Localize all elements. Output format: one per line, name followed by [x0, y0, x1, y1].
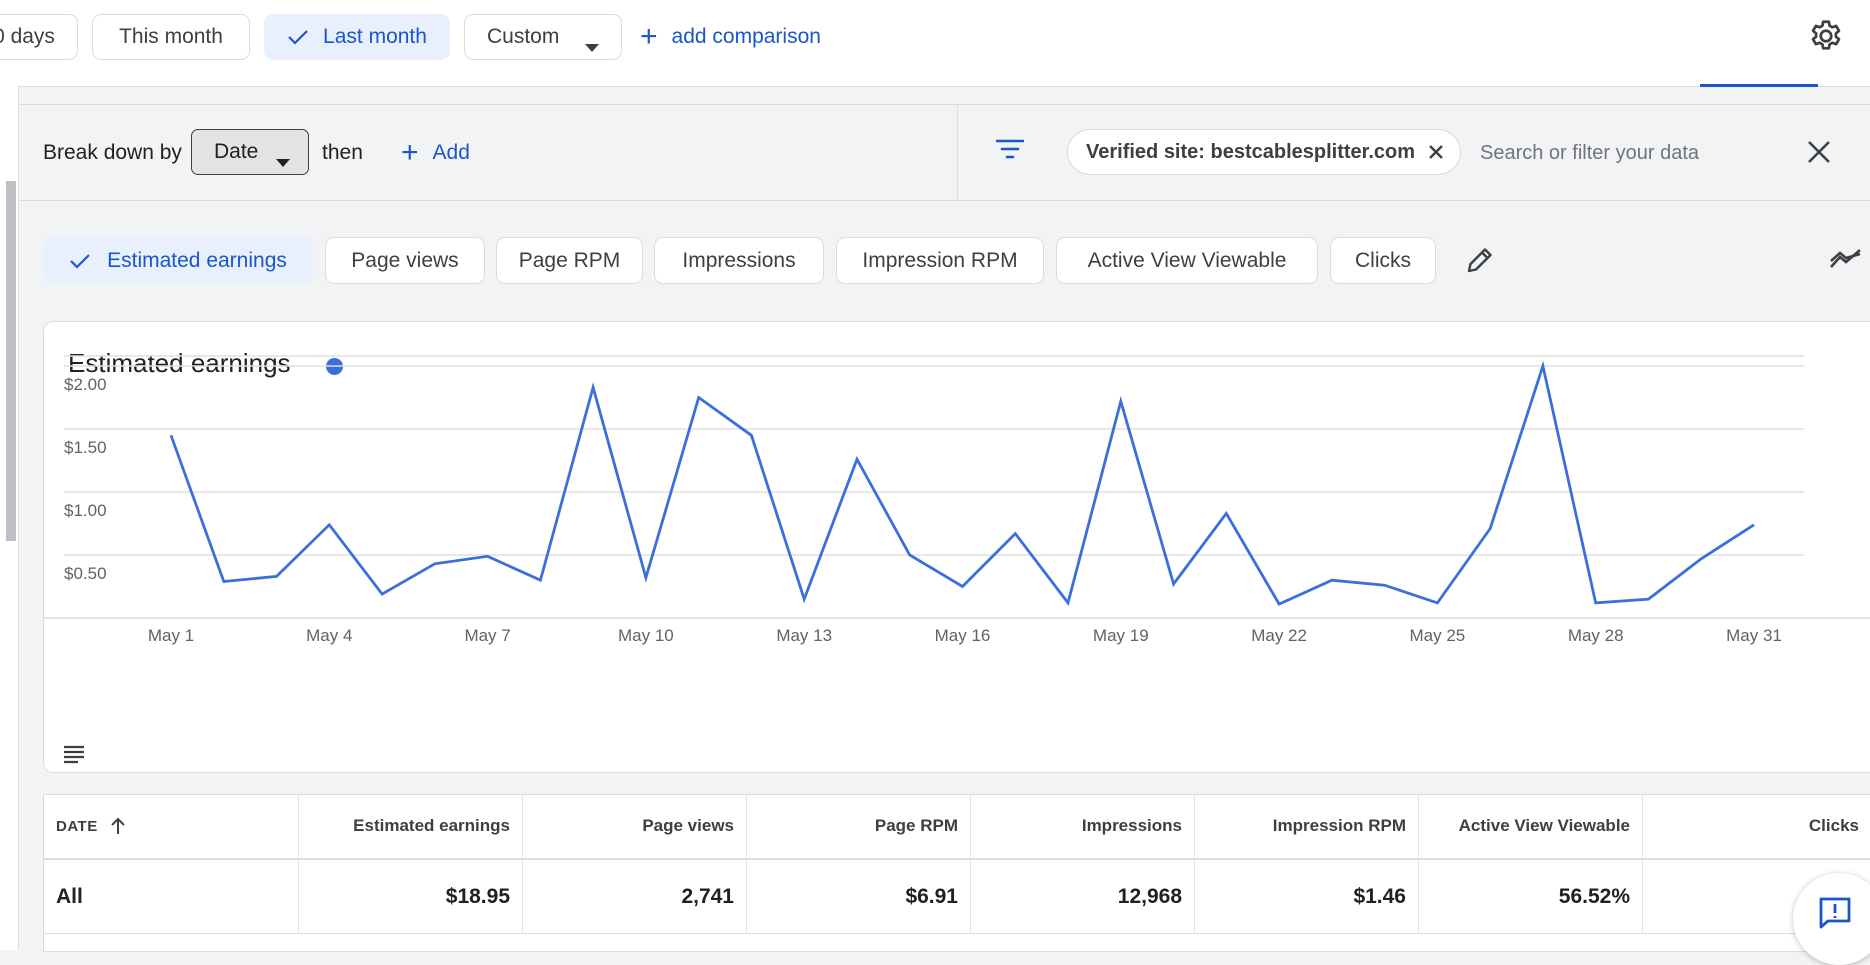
- y-tick-label: $1.50: [64, 438, 107, 457]
- x-tick-label: May 19: [1093, 626, 1149, 645]
- date-range-bar: 0 days This month Last month Custom + ad…: [0, 0, 1870, 87]
- scrollbar[interactable]: [6, 181, 16, 541]
- dimension-label: Date: [214, 140, 259, 163]
- column-header-label: Estimated earnings: [353, 816, 510, 835]
- date-chip-label: 0 days: [0, 25, 55, 48]
- metric-chip-label: Active View Viewable: [1087, 248, 1287, 272]
- caret-down-icon: [585, 34, 599, 58]
- table-cell-impressions: 12,968: [971, 858, 1195, 933]
- metric-chip-label: Impression RPM: [862, 248, 1018, 272]
- table-cell-estimated-earnings: $18.95: [299, 858, 523, 933]
- metric-chip-estimated-earnings[interactable]: Estimated earnings: [43, 237, 313, 284]
- then-label: then: [322, 140, 363, 164]
- plus-icon: +: [401, 135, 419, 169]
- date-chip-label: This month: [119, 25, 223, 48]
- metric-chip-label: Impressions: [682, 248, 796, 272]
- metric-chip-clicks[interactable]: Clicks: [1330, 237, 1436, 284]
- x-tick-label: May 1: [148, 626, 194, 645]
- x-tick-label: May 10: [618, 626, 674, 645]
- date-chip-label: Last month: [323, 25, 427, 48]
- report-table: DATE Estimated earnings Page views Page …: [43, 794, 1870, 952]
- left-nav-strip: [0, 86, 19, 950]
- column-header-label: Page views: [642, 816, 734, 835]
- search-filter-input[interactable]: [1478, 129, 1782, 177]
- comparison-trend-icon[interactable]: [1829, 247, 1863, 276]
- metric-chip-label: Clicks: [1355, 248, 1411, 272]
- x-tick-label: May 28: [1568, 626, 1624, 645]
- table-view-icon[interactable]: [62, 744, 86, 769]
- breakdown-label: Break down by: [43, 140, 182, 164]
- metric-chip-label: Estimated earnings: [107, 248, 287, 272]
- column-header-clicks[interactable]: Clicks: [1643, 795, 1870, 857]
- x-tick-label: May 13: [776, 626, 832, 645]
- filter-icon[interactable]: [995, 138, 1025, 165]
- column-header-label: Active View Viewable: [1458, 816, 1630, 835]
- add-dimension-button[interactable]: + Add: [401, 105, 470, 200]
- date-chip-last-month[interactable]: Last month: [264, 14, 450, 60]
- check-icon: [69, 252, 91, 270]
- column-header-label: Clicks: [1808, 816, 1859, 835]
- x-tick-label: May 25: [1410, 626, 1466, 645]
- metric-chip-active-view-viewable[interactable]: Active View Viewable: [1056, 237, 1318, 284]
- breakdown-dimension-dropdown[interactable]: Date: [191, 129, 309, 175]
- plus-icon: +: [640, 20, 658, 53]
- close-icon[interactable]: [1806, 139, 1832, 170]
- table-cell-impression-rpm: $1.46: [1195, 858, 1419, 933]
- metric-chip-label: Page views: [351, 248, 459, 272]
- feedback-icon: [1819, 897, 1851, 929]
- table-cell-page-views: 2,741: [523, 858, 747, 933]
- x-tick-label: May 16: [935, 626, 991, 645]
- edit-metrics-pencil-icon[interactable]: [1465, 245, 1495, 280]
- metric-chip-impressions[interactable]: Impressions: [654, 237, 824, 284]
- site-filter-chip[interactable]: Verified site: bestcablesplitter.com: [1067, 129, 1461, 175]
- x-tick-label: May 22: [1251, 626, 1307, 645]
- site-filter-label: Verified site: bestcablesplitter.com: [1086, 140, 1416, 163]
- metric-chip-page-views[interactable]: Page views: [325, 237, 485, 284]
- x-tick-label: May 4: [306, 626, 352, 645]
- settings-gear-icon[interactable]: [1808, 18, 1844, 54]
- earnings-line-chart[interactable]: $2.00 $1.50 $1.00 $0.50 May 1 May 4 May 7 May 1…: [44, 322, 1870, 772]
- table-cell-date: All: [44, 858, 299, 933]
- add-dimension-label: Add: [432, 140, 470, 164]
- check-icon: [287, 28, 309, 46]
- breakdown-bar: Break down by Date then + Add: [19, 104, 957, 201]
- filter-bar: Verified site: bestcablesplitter.com: [957, 104, 1870, 201]
- table-cell-active-view-viewable: 56.52%: [1419, 858, 1643, 933]
- column-header-label: Impressions: [1081, 816, 1182, 835]
- column-header-impression-rpm[interactable]: Impression RPM: [1195, 795, 1419, 857]
- column-header-label: DATE: [56, 817, 98, 835]
- custom-range-dropdown[interactable]: Custom: [464, 14, 622, 60]
- column-header-active-view-viewable[interactable]: Active View Viewable: [1419, 795, 1643, 857]
- caret-down-icon: [276, 149, 290, 173]
- y-tick-label: $1.00: [64, 501, 107, 520]
- y-tick-label: $0.50: [64, 564, 107, 583]
- custom-range-label: Custom: [487, 25, 560, 48]
- metric-chip-label: Page RPM: [518, 248, 621, 272]
- date-chip-this-month[interactable]: This month: [92, 14, 250, 60]
- column-header-label: Page RPM: [874, 816, 958, 835]
- x-tick-label: May 31: [1726, 626, 1782, 645]
- column-header-estimated-earnings[interactable]: Estimated earnings: [299, 795, 523, 857]
- remove-filter-icon[interactable]: [1426, 142, 1446, 168]
- add-comparison-button[interactable]: + add comparison: [640, 14, 821, 60]
- column-header-date[interactable]: DATE: [44, 795, 299, 857]
- earnings-chart-card: Estimated earnings $2.00 $1.50 $1.00 $0.50 M…: [43, 321, 1870, 773]
- series-line: [169, 360, 1755, 607]
- x-tick-label: May 7: [464, 626, 510, 645]
- column-header-page-rpm[interactable]: Page RPM: [747, 795, 971, 857]
- column-header-impressions[interactable]: Impressions: [971, 795, 1195, 857]
- metric-chip-page-rpm[interactable]: Page RPM: [496, 237, 643, 284]
- active-tab-indicator: [1700, 84, 1818, 87]
- add-comparison-label: add comparison: [671, 25, 821, 48]
- y-tick-label: $2.00: [64, 375, 107, 394]
- date-chip-days[interactable]: 0 days: [0, 14, 78, 60]
- metric-chip-impression-rpm[interactable]: Impression RPM: [836, 237, 1044, 284]
- column-header-label: Impression RPM: [1272, 816, 1406, 835]
- table-row: [44, 933, 1870, 952]
- column-header-page-views[interactable]: Page views: [523, 795, 747, 857]
- sort-ascending-arrow-icon: [110, 817, 126, 835]
- table-cell-page-rpm: $6.91: [747, 858, 971, 933]
